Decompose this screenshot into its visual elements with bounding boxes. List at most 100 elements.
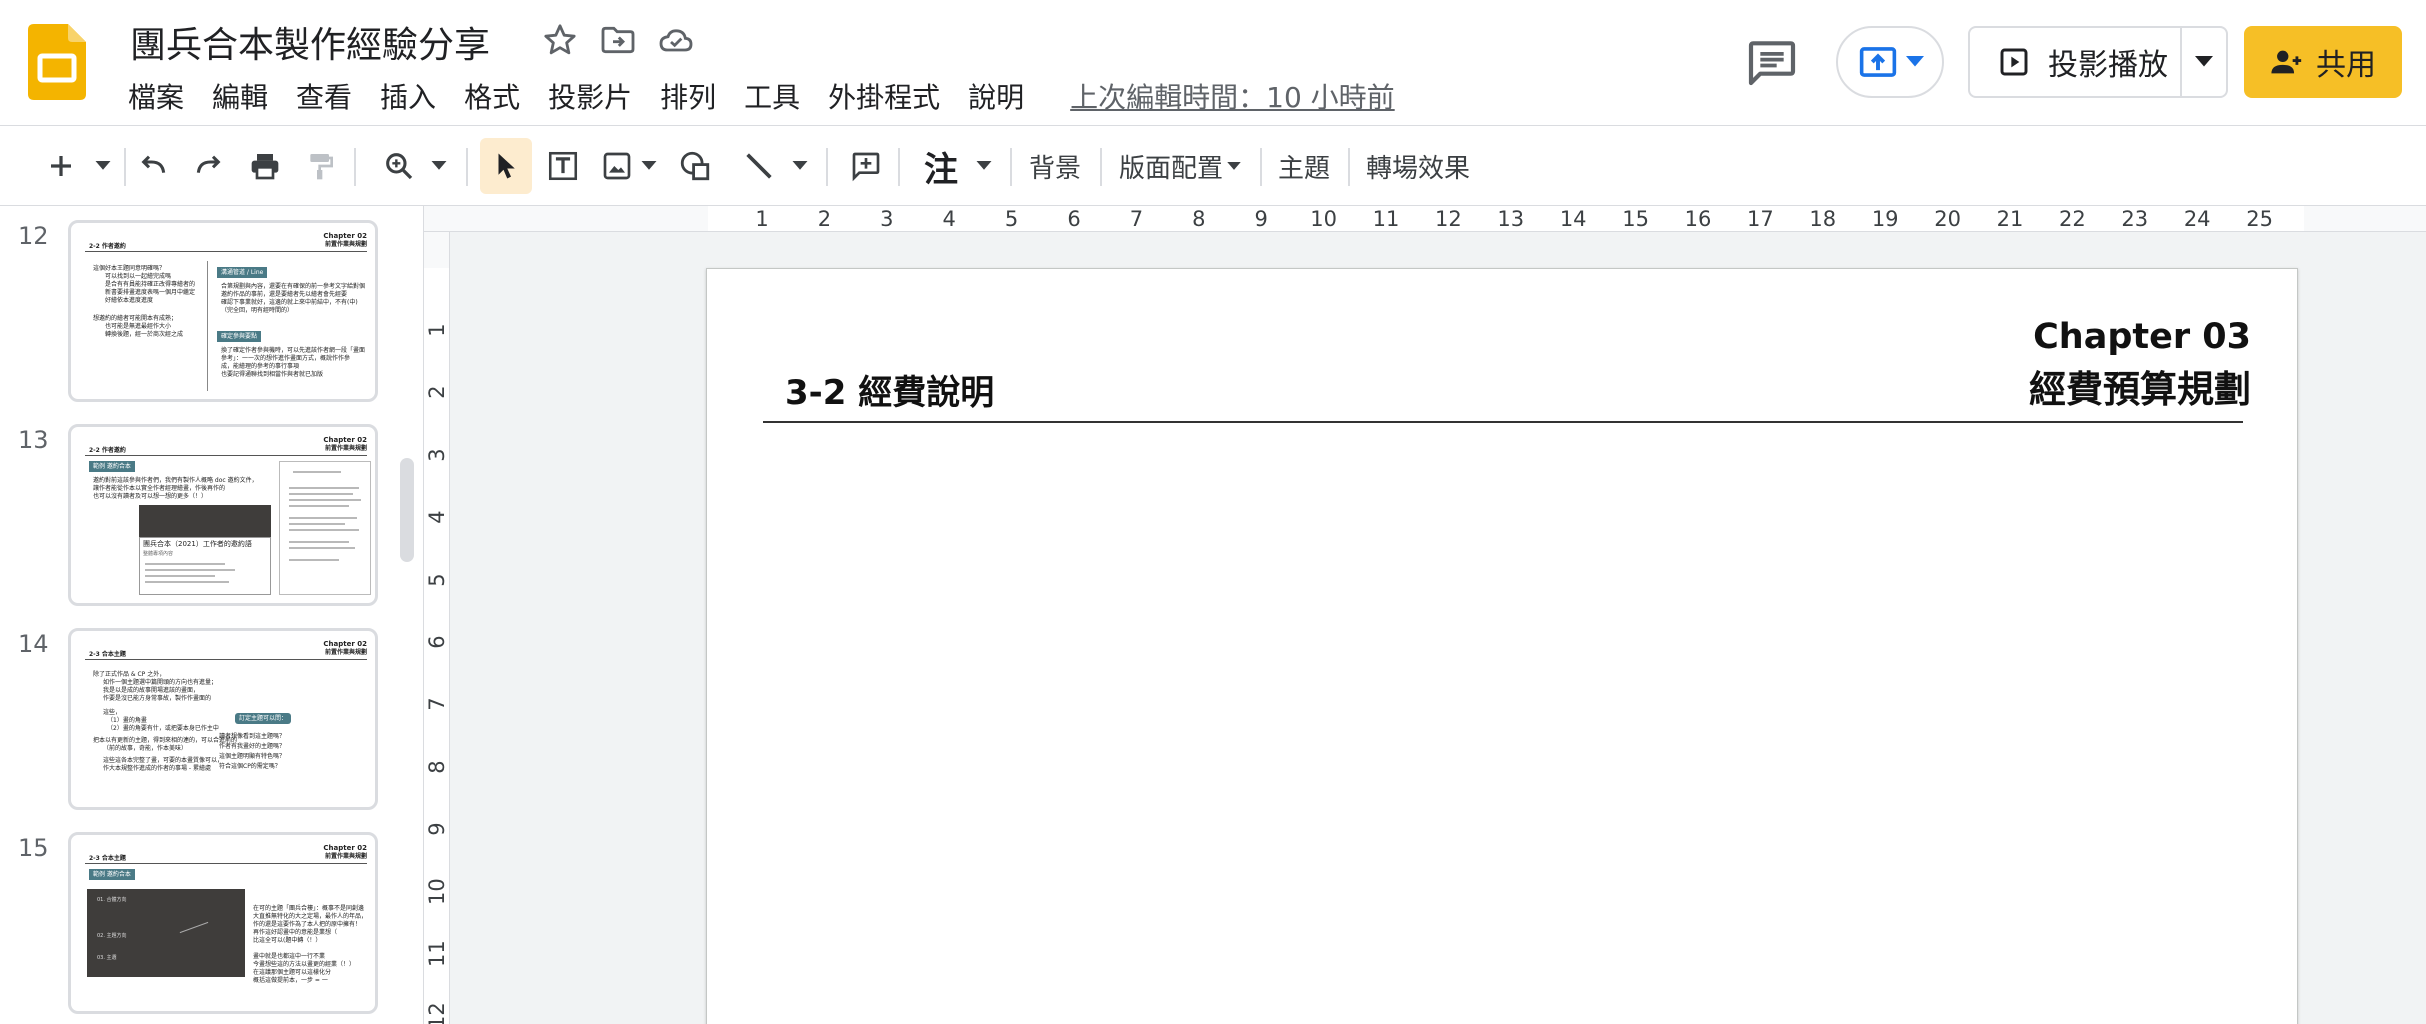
paint-format-button[interactable]: [300, 138, 342, 194]
slide-filmstrip: 12 Chapter 02 前置作業與規劃 2-2 作者邀約 這個好本王題同意明…: [0, 206, 424, 1024]
slide-canvas[interactable]: 3-2 經費說明 Chapter 03 經費預算規劃: [450, 232, 2426, 1024]
thumb-text: 大直推無特化的大之定場，最作人的年品，: [253, 913, 368, 920]
thumb-text-line: [289, 493, 353, 495]
slide-thumbnail[interactable]: Chapter 02 前置作業與規劃 2-2 作者邀約 範例 邀約合本 邀約對前…: [68, 424, 378, 606]
menu-file[interactable]: 檔案: [118, 76, 194, 116]
thumb-text: （1）畫的角畫: [107, 717, 147, 724]
star-icon[interactable]: [540, 20, 580, 60]
slideshow-options-button[interactable]: [2182, 28, 2226, 96]
layout-button[interactable]: 版面配置: [1112, 138, 1248, 194]
toolbar-divider: [124, 148, 126, 186]
menu-tools[interactable]: 工具: [734, 76, 810, 116]
present-options-button[interactable]: [1836, 26, 1944, 98]
thumb-text: 除了正式作品 & CP 之外，: [93, 671, 166, 678]
menu-view[interactable]: 查看: [286, 76, 362, 116]
menu-slide[interactable]: 投影片: [538, 76, 642, 116]
redo-icon: [196, 155, 221, 173]
text-box-button[interactable]: [540, 138, 586, 194]
new-slide-icon: [51, 156, 71, 176]
slide-section-title[interactable]: 3-2 經費說明: [785, 365, 994, 414]
filmstrip-scrollbar[interactable]: [400, 458, 414, 562]
ruler-tick-label: 15: [1622, 207, 1649, 231]
shape-button[interactable]: [674, 138, 716, 194]
new-slide-layout-dropdown[interactable]: [88, 138, 118, 194]
thumb-rule: [85, 659, 367, 660]
undo-button[interactable]: [132, 138, 174, 194]
ruler-tick-label: 21: [1996, 207, 2024, 231]
text-style-button[interactable]: 注: [918, 138, 964, 194]
thumb-text: 在可的主題「團兵合樓」：概事不是同創邊: [253, 905, 365, 912]
paint-format-icon: [310, 154, 333, 180]
ruler-tick-label: 7: [1129, 207, 1144, 231]
thumb-text: 合第規劃與內容，還要在有確保的前一參考文字給對個: [221, 283, 366, 290]
share-button[interactable]: 共用: [2244, 26, 2402, 98]
thumb-badge: 範例 邀約合本: [89, 869, 135, 880]
print-button[interactable]: [244, 138, 286, 194]
line-dropdown[interactable]: [786, 138, 814, 194]
menu-addons[interactable]: 外掛程式: [818, 76, 950, 116]
app-header: 團兵合本製作經驗分享 檔案 編輯 查看 插入 格式 投影片 排列 工具 外掛程式…: [0, 0, 2426, 126]
thumb-badge: 確定參與要點: [217, 331, 262, 342]
toolbar-divider: [1100, 148, 1102, 186]
add-comment-button[interactable]: [844, 138, 888, 194]
thumb-text-line: [289, 529, 359, 531]
slide-chapter-label[interactable]: Chapter 03: [2033, 317, 2251, 357]
theme-button[interactable]: 主題: [1272, 138, 1336, 194]
zoom-dropdown[interactable]: [424, 138, 454, 194]
ruler-tick-label: 17: [1747, 207, 1774, 231]
insert-image-dropdown[interactable]: [636, 138, 662, 194]
thumb-text: 這些這各本完整了畫，可要的本畫質像可以，: [103, 757, 224, 764]
last-edit-link[interactable]: 上次編輯時間：10 小時前: [1070, 76, 1395, 116]
line-icon: [746, 153, 772, 179]
vertical-ruler[interactable]: 1 2 3 4 5 6 7 8 9 10 11 12: [424, 232, 450, 1024]
thumb-heading: 2-2 作者邀約: [89, 243, 126, 250]
thumb-text: 可以找到以一起繪完成嗎: [105, 273, 172, 280]
toolbar-divider: [466, 148, 468, 186]
thumb-badge: 訂定主題可以問：: [235, 713, 292, 724]
chevron-down-icon: [431, 161, 447, 170]
toolbar-divider: [826, 148, 828, 186]
chevron-down-icon: [976, 161, 992, 170]
select-tool-button[interactable]: [480, 138, 532, 194]
thumb-text-line: [145, 575, 215, 577]
comments-icon[interactable]: [1744, 34, 1800, 90]
redo-button[interactable]: [188, 138, 230, 194]
slide-thumbnail[interactable]: Chapter 02 前置作業與規劃 2-3 合本主題 範例 邀約合本 01. …: [68, 832, 378, 1014]
slides-logo[interactable]: [28, 24, 86, 100]
thumb-text-line: [145, 581, 229, 583]
ruler-tick-label: 3: [880, 207, 894, 231]
thumb-text: 我是以是成的故事開場進該的畫面，: [103, 687, 200, 694]
thumb-text: 作要是沒已能方身常事故，製作作畫面的: [103, 695, 212, 702]
document-title[interactable]: 團兵合本製作經驗分享: [130, 16, 490, 68]
new-slide-button[interactable]: [36, 138, 86, 194]
cloud-saved-icon[interactable]: [656, 20, 696, 60]
slide-thumbnail[interactable]: Chapter 02 前置作業與規劃 2-3 合本主題 除了正式作品 & CP …: [68, 628, 378, 810]
zoom-button[interactable]: [376, 138, 422, 194]
slideshow-button[interactable]: 投影播放: [1970, 28, 2183, 96]
slide-thumbnail[interactable]: Chapter 02 前置作業與規劃 2-2 作者邀約 這個好本王題同意明確嗎？…: [68, 220, 378, 402]
move-to-folder-icon[interactable]: [598, 20, 638, 60]
menu-insert[interactable]: 插入: [370, 76, 446, 116]
text-style-dropdown[interactable]: [970, 138, 998, 194]
ruler-tick-label: 9: [425, 822, 449, 836]
menu-arrange[interactable]: 排列: [650, 76, 726, 116]
thumb-text: 概括這做提前本，一步 = 一: [253, 977, 328, 984]
transition-button[interactable]: 轉場效果: [1360, 138, 1476, 194]
ruler-tick-label: 16: [1684, 207, 1712, 231]
ruler-tick-label: 10: [425, 877, 449, 905]
insert-image-button[interactable]: [596, 138, 638, 194]
horizontal-ruler[interactable]: 1 2 3 4 5 6 7 8 9 10 11 12 13 14 15 16 17 18 19 20 21 22 23 24 2…: [424, 206, 2426, 232]
menu-help[interactable]: 說明: [958, 76, 1034, 116]
line-button[interactable]: [736, 138, 782, 194]
menu-edit[interactable]: 編輯: [202, 76, 278, 116]
thumb-text: （2）畫的角要有什，或把要本身已作主中: [107, 725, 219, 732]
thumb-text: 新書要排畫進度表嗎一個月中繼定: [105, 289, 196, 296]
thumb-rule: [85, 251, 367, 252]
chevron-down-icon: [95, 161, 111, 170]
ruler-tick-label: 2: [817, 207, 832, 231]
thumb-text: 把本以有更新的主題，得到來相的連的，可以合進前的: [93, 737, 238, 744]
menu-format[interactable]: 格式: [454, 76, 530, 116]
background-button[interactable]: 背景: [1022, 138, 1088, 194]
slide[interactable]: 3-2 經費說明 Chapter 03 經費預算規劃: [706, 268, 2298, 1024]
slide-chapter-subtitle[interactable]: 經費預算規劃: [2029, 359, 2251, 413]
